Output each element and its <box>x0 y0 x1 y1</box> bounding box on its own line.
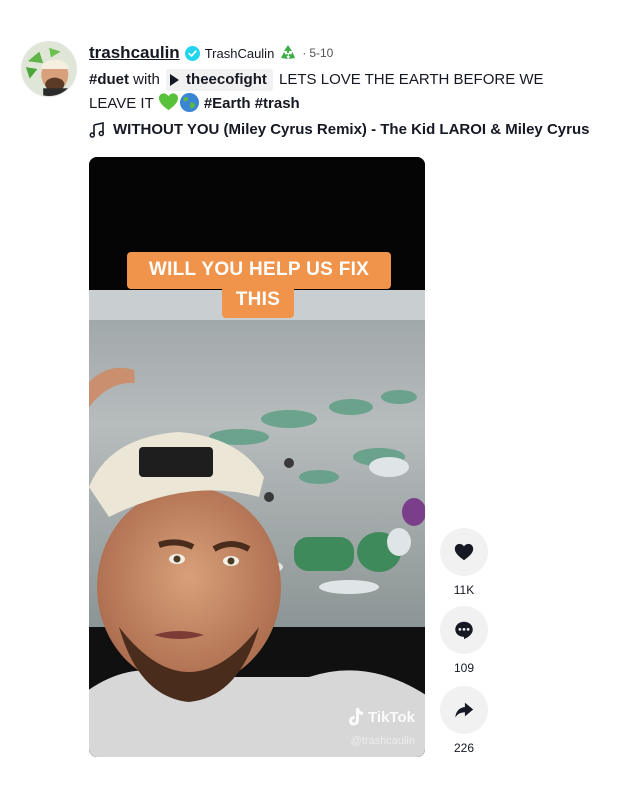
music-note-icon <box>89 121 105 138</box>
music-title: WITHOUT YOU (Miley Cyrus Remix) - The Ki… <box>113 121 590 138</box>
comment-action: 109 <box>440 606 488 675</box>
hashtag-duet[interactable]: #duet <box>89 71 129 88</box>
watermark-brand: TikTok <box>368 708 415 726</box>
share-arrow-icon <box>455 702 474 718</box>
hashtag-trash[interactable]: #trash <box>255 95 300 112</box>
play-icon <box>170 74 180 87</box>
comment-count: 109 <box>453 661 475 675</box>
music-link[interactable]: WITHOUT YOU (Miley Cyrus Remix) - The Ki… <box>89 121 589 138</box>
nickname: TrashCaulin <box>204 45 275 61</box>
duet-user-name: theecofight <box>186 71 267 89</box>
watermark-handle: @trashcaulin <box>350 735 415 747</box>
comment-button[interactable] <box>440 606 488 654</box>
share-button[interactable] <box>440 686 488 734</box>
share-action: 226 <box>440 686 488 755</box>
post-description: #duet with theecofight LETS LOVE THE EAR… <box>89 68 569 116</box>
video-caption-line2: THIS <box>222 285 294 318</box>
globe-emoji-icon <box>179 92 200 113</box>
avatar[interactable] <box>21 41 77 97</box>
heart-icon <box>454 543 474 561</box>
tiktok-watermark: TikTok <box>347 707 415 727</box>
username-link[interactable]: trashcaulin <box>89 43 180 63</box>
video-frame-image <box>89 157 425 757</box>
hashtag-earth[interactable]: #Earth <box>204 95 251 112</box>
like-button[interactable] <box>440 528 488 576</box>
comment-icon <box>455 621 473 640</box>
avatar-image <box>22 42 76 96</box>
meta-separator: · <box>302 46 307 60</box>
green-heart-emoji-icon <box>158 92 179 113</box>
tiktok-logo-icon <box>349 708 364 726</box>
like-action: 11K <box>440 528 488 597</box>
post-date: 5-10 <box>309 46 334 60</box>
video-caption-line1: WILL YOU HELP US FIX <box>127 252 391 289</box>
duet-user-link[interactable]: theecofight <box>166 69 273 92</box>
video-player[interactable]: WILL YOU HELP US FIX THIS TikTok @trashc… <box>89 157 425 757</box>
like-count: 11K <box>453 583 475 597</box>
share-count: 226 <box>453 741 475 755</box>
verified-badge-icon <box>184 45 200 61</box>
post-meta-row: trashcaulin TrashCaulin · 5-10 <box>89 42 333 64</box>
with-text: with <box>129 71 165 88</box>
recycle-emoji-icon <box>278 43 298 63</box>
